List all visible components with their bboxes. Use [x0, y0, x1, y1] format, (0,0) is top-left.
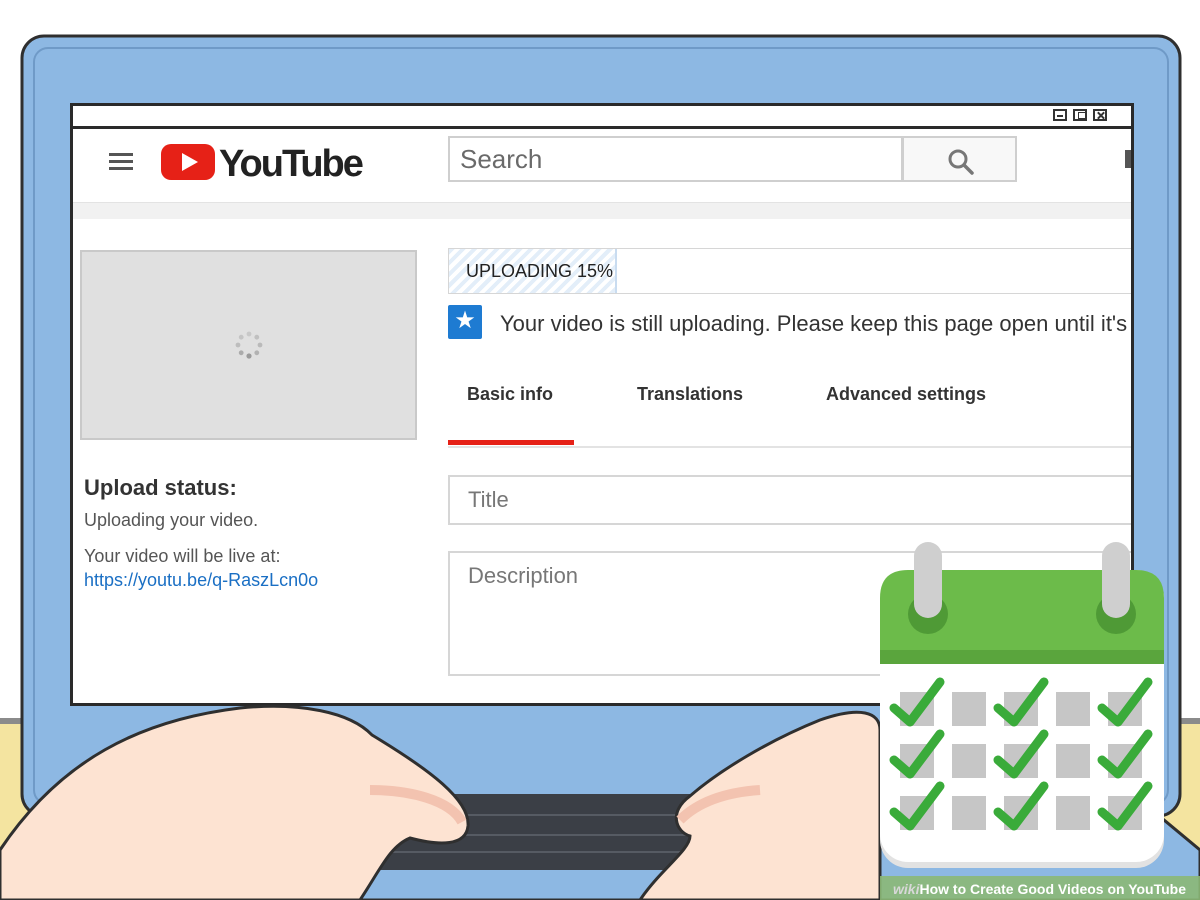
video-thumbnail-placeholder: [80, 250, 417, 440]
tabs-divider: [448, 446, 1131, 448]
youtube-logo[interactable]: YouTube: [161, 142, 364, 185]
video-url-link[interactable]: https://youtu.be/q-RaszLcn0o: [84, 570, 318, 591]
upload-progress-label: UPLOADING 15%: [466, 261, 614, 281]
title-field[interactable]: [448, 475, 1131, 525]
video-live-at-label: Your video will be live at:: [84, 546, 281, 566]
upload-status-text: Uploading your video.: [84, 510, 259, 530]
caption-title-text: How to Create Good Videos on YouTube: [919, 881, 1187, 897]
upload-notice-text: Your video is still uploading. Please ke…: [500, 311, 1128, 336]
wikihow-caption: wikiHow to Create Good Videos on YouTube: [893, 881, 1186, 897]
magnifier-icon: [948, 149, 974, 175]
upload-status-heading: Upload status:: [84, 475, 237, 500]
youtube-logo-text: YouTube: [219, 143, 364, 185]
search-input[interactable]: [448, 136, 903, 182]
tab-basic-info[interactable]: Basic info: [467, 384, 553, 405]
star-icon: ★: [448, 305, 482, 339]
upload-progress-bar: UPLOADING 15%: [448, 248, 1131, 294]
calendar-check-icon: [880, 542, 1164, 868]
minimize-button[interactable]: [1053, 109, 1067, 121]
active-tab-indicator: [448, 440, 574, 445]
youtube-play-icon: [161, 144, 215, 180]
scrollbar[interactable]: [1125, 150, 1131, 168]
close-button[interactable]: [1093, 109, 1107, 121]
caption-wiki-text: wiki: [893, 881, 920, 897]
titlebar-divider: [73, 126, 1131, 129]
hamburger-icon[interactable]: [109, 151, 135, 173]
search-button[interactable]: [902, 136, 1017, 182]
loading-spinner-icon: [235, 331, 263, 359]
maximize-button[interactable]: [1073, 109, 1087, 121]
tab-translations[interactable]: Translations: [637, 384, 743, 405]
header-divider: [73, 202, 1131, 219]
tab-advanced-settings[interactable]: Advanced settings: [826, 384, 986, 405]
